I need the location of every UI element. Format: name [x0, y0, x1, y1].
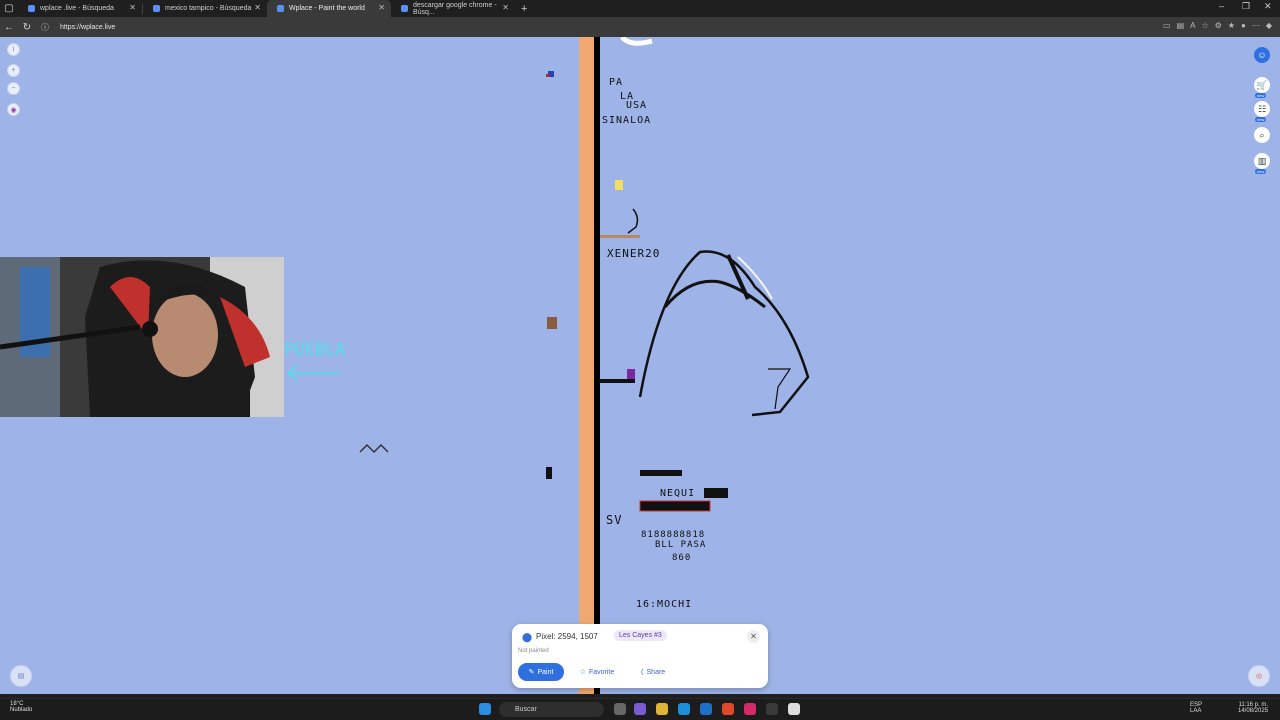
paint-label: Paint [537, 668, 554, 676]
region-badge[interactable]: Les Cayes #3 [614, 630, 667, 641]
close-window-icon[interactable]: ✕ [1264, 1, 1272, 12]
file-explorer-icon[interactable] [656, 703, 668, 715]
close-panel-button[interactable]: ✕ [747, 630, 760, 643]
tab-favicon-icon [153, 5, 160, 12]
share-icon: ⟨ [640, 669, 644, 676]
windows-taskbar: 18°C Nublado Buscar ESP LAA 11:16 p. m. … [0, 698, 1280, 720]
black-bar [640, 470, 682, 476]
star-icon: ☆ [579, 669, 586, 676]
yellow-pixel [615, 180, 623, 190]
tab-mexico-search[interactable]: mexico tampico - Búsqueda ✕ [143, 0, 267, 17]
clock[interactable]: 11:16 p. m. 14/08/2025 [1238, 702, 1268, 714]
tab-favicon-icon [28, 5, 35, 12]
maximize-icon[interactable]: ❐ [1242, 1, 1250, 12]
flag-pixel [546, 74, 549, 77]
map-text-puebla: PUEBLA [284, 340, 346, 360]
tab-wplace[interactable]: Wplace - Paint the world ✕ [267, 0, 391, 17]
zigzag-line [359, 443, 389, 454]
chrome-icon[interactable] [766, 703, 778, 715]
sketch-line [627, 208, 639, 234]
start-icon[interactable] [479, 703, 491, 715]
app-icon[interactable] [788, 703, 800, 715]
new-tab-button[interactable]: + [521, 3, 527, 15]
favorite-star-icon[interactable]: ☆ [1201, 21, 1208, 30]
weather-condition: Nublado [10, 707, 33, 713]
site-info-icon[interactable]: ⓘ [36, 22, 54, 33]
black-bar [704, 488, 728, 498]
brave-icon[interactable] [722, 703, 734, 715]
brown-line [600, 235, 640, 238]
address-bar-row: ← ↻ ⓘ https://wplace.live ▭ ▤ A ☆ ⚙ ★ ● … [0, 17, 1280, 37]
tab-favicon-icon [401, 5, 408, 12]
share-label: Share [646, 668, 666, 676]
brown-pixel [547, 317, 557, 329]
edge-icon[interactable] [678, 703, 690, 715]
share-button[interactable]: ⟨ Share [630, 663, 676, 681]
tab-wplace-search[interactable]: wplace .live - Búsqueda ✕ [18, 0, 142, 17]
tab-close-icon[interactable]: ✕ [502, 3, 509, 12]
tab-favicon-icon [277, 5, 284, 12]
profile-avatar[interactable]: ● [1241, 21, 1246, 30]
tab-label: Wplace - Paint the world [289, 5, 365, 12]
tab-label: mexico tampico - Búsqueda [165, 5, 252, 12]
task-view-icon[interactable] [614, 703, 626, 715]
tab-label: descargar google chrome - Búsq... [413, 1, 497, 16]
favorite-button[interactable]: ☆ Favorite [572, 663, 622, 681]
tab-close-icon[interactable]: ✕ [378, 3, 385, 12]
clock-date: 14/08/2025 [1238, 708, 1269, 714]
toolbar-actions: ▭ ▤ A ☆ ⚙ ★ ● ⋯ ◆ [1163, 21, 1272, 30]
tab-strip: ▢ wplace .live - Búsqueda ✕ mexico tampi… [0, 0, 1280, 17]
webcam-feed-image [0, 257, 284, 417]
black-bar [599, 379, 635, 383]
copilot-icon[interactable]: ◆ [1266, 21, 1272, 30]
tab-chrome-search[interactable]: descargar google chrome - Búsq... ✕ [391, 0, 515, 17]
tiktok-icon[interactable] [744, 703, 756, 715]
minimize-icon[interactable]: – [1219, 1, 1224, 11]
pixel-status: Not painted [518, 648, 549, 654]
drawing-outline [638, 250, 810, 417]
white-shape [620, 37, 653, 46]
menu-icon[interactable]: ⋯ [1252, 21, 1260, 30]
url-field[interactable]: https://wplace.live [60, 24, 115, 31]
collections-icon[interactable]: ★ [1228, 21, 1235, 30]
weather-widget[interactable]: 18°C Nublado [10, 701, 32, 713]
extensions-icon[interactable]: ⚙ [1215, 21, 1222, 30]
reload-icon[interactable]: ↻ [18, 22, 36, 33]
location-pin-icon: ⬤ [522, 632, 533, 642]
search-label: Buscar [515, 706, 537, 713]
tab-actions-icon[interactable]: ▢ [0, 3, 18, 14]
language-indicator[interactable]: ESP LAA [1190, 702, 1202, 714]
paint-button[interactable]: ✎ Paint [518, 663, 564, 681]
drawing-inner [663, 279, 766, 309]
drawing-stroke [726, 254, 750, 300]
tab-label: wplace .live - Búsqueda [40, 5, 114, 12]
figure-pixel [546, 467, 552, 479]
screen-icon[interactable]: ▭ [1163, 21, 1171, 30]
tab-close-icon[interactable]: ✕ [129, 3, 136, 12]
read-aloud-icon[interactable]: A [1190, 21, 1195, 30]
favorite-label: Favorite [588, 668, 615, 676]
reader-icon[interactable]: ▤ [1177, 21, 1185, 30]
pixel-coordinates: Pixel: 2594, 1507 [536, 632, 598, 641]
pixel-info-panel: ⬤ Pixel: 2594, 1507 Les Cayes #3 ✕ Not p… [512, 624, 768, 688]
pencil-icon: ✎ [528, 669, 535, 676]
lang-layout: LAA [1190, 708, 1202, 714]
outlook-icon[interactable] [700, 703, 712, 715]
pixel-map-canvas[interactable]: i + − ◉ ☺ 🛒 new ☷ new ⌕ ▥ new ▤ ◎ PA LA USA… [0, 37, 1280, 694]
copilot-app-icon[interactable] [634, 703, 646, 715]
taskbar-search[interactable]: Buscar [499, 702, 604, 717]
tab-close-icon[interactable]: ✕ [254, 3, 261, 12]
back-icon[interactable]: ← [0, 22, 18, 33]
webcam-overlay [0, 257, 284, 417]
cyan-arrow [286, 365, 340, 382]
black-bar [640, 501, 710, 511]
